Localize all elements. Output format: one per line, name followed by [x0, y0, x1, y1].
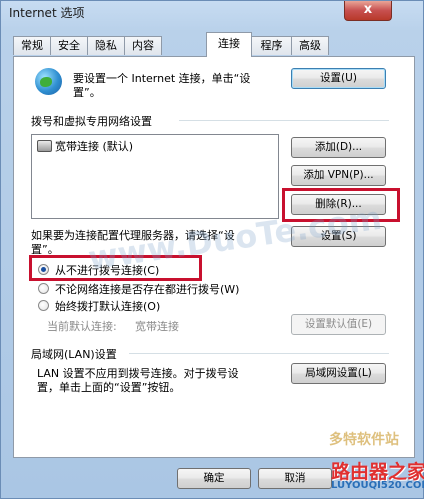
- setup-text-line2: 置”。: [73, 86, 101, 99]
- dialup-section-title: 拨号和虚拟专用网络设置: [31, 115, 152, 128]
- connection-item[interactable]: 宽带连接 (默认): [55, 138, 133, 154]
- close-button[interactable]: x: [344, 1, 392, 21]
- globe-icon: [35, 68, 62, 95]
- set-default-button[interactable]: 设置默认值(E): [291, 314, 386, 335]
- option-always-dial[interactable]: 始终拨打默认连接(O): [55, 298, 160, 314]
- title-bar[interactable]: Internet 选项 x: [1, 1, 424, 27]
- cancel-button[interactable]: 取消: [258, 468, 332, 489]
- current-default-label: 当前默认连接:: [47, 320, 117, 333]
- tab-security[interactable]: 安全: [50, 36, 88, 55]
- tab-content[interactable]: 内容: [124, 36, 162, 55]
- setup-button[interactable]: 设置(U): [291, 68, 386, 89]
- lan-text-line2: 置，单击上面的“设置”按钮。: [37, 381, 181, 394]
- lan-section-title: 局域网(LAN)设置: [31, 348, 117, 361]
- broadband-connection-icon: [37, 140, 52, 152]
- radio-always-dial[interactable]: [38, 300, 49, 311]
- lan-settings-button[interactable]: 局域网设置(L): [291, 363, 386, 384]
- tab-privacy[interactable]: 隐私: [87, 36, 125, 55]
- watermark-router-url: LUYOUQI520.COM: [331, 480, 424, 491]
- window-title: Internet 选项: [9, 6, 85, 20]
- section-divider: [129, 353, 389, 354]
- internet-options-window: Internet 选项 x 常规 安全 隐私 内容 连接 程序 高级 要设置一个…: [0, 0, 424, 499]
- section-divider: [179, 120, 389, 121]
- current-default-value: 宽带连接: [135, 320, 179, 333]
- ok-button[interactable]: 确定: [177, 468, 251, 489]
- connections-list[interactable]: 宽带连接 (默认): [31, 134, 279, 219]
- option-dial-whenever[interactable]: 不论网络连接是否存在都进行拨号(W): [55, 281, 239, 297]
- add-vpn-button[interactable]: 添加 VPN(P)...: [291, 165, 386, 186]
- tab-general[interactable]: 常规: [13, 36, 51, 55]
- radio-dial-whenever[interactable]: [38, 283, 49, 294]
- tab-connections[interactable]: 连接: [206, 32, 252, 57]
- watermark-duote-badge: 多特软件站: [329, 432, 399, 448]
- add-button[interactable]: 添加(D)...: [291, 137, 386, 158]
- tab-advanced[interactable]: 高级: [291, 36, 329, 55]
- tab-programs[interactable]: 程序: [251, 36, 292, 55]
